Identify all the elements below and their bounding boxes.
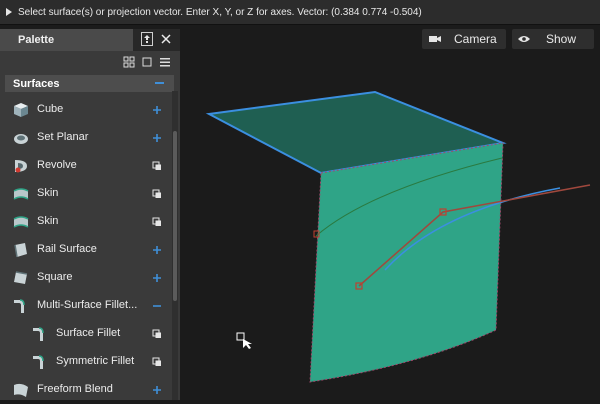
palette-item-surface-fillet[interactable]: Surface Fillet	[0, 320, 170, 348]
add-icon[interactable]	[151, 272, 163, 284]
section-title: Surfaces	[13, 77, 60, 90]
palette-tab[interactable]: Palette	[0, 29, 133, 51]
add-icon[interactable]	[151, 244, 163, 256]
cube-icon	[14, 103, 28, 117]
close-panel-button[interactable]	[159, 31, 173, 47]
grid-view-icon[interactable]	[122, 55, 136, 69]
options-icon[interactable]	[151, 216, 163, 228]
options-icon[interactable]	[151, 160, 163, 172]
surface-fillet-icon	[33, 327, 44, 341]
prompt-line: Select surface(s) or projection vector. …	[0, 0, 600, 25]
prompt-arrow-icon	[2, 0, 16, 24]
pin-icon	[144, 35, 150, 43]
palette-title: Palette	[18, 34, 55, 46]
palette-item-revolve[interactable]: Revolve	[0, 152, 170, 180]
single-view-icon[interactable]	[140, 55, 154, 69]
set-planar-icon	[14, 134, 28, 144]
symmetric-fillet-icon	[33, 355, 44, 369]
add-icon[interactable]	[151, 384, 163, 396]
palette-scrollbar[interactable]	[172, 91, 178, 400]
palette-item-rail-surface[interactable]: Rail Surface	[0, 236, 170, 264]
model-geometry[interactable]	[180, 25, 600, 400]
palette-item-square[interactable]: Square	[0, 264, 170, 292]
list-view-icon[interactable]	[158, 55, 172, 69]
options-icon[interactable]	[151, 356, 163, 368]
close-icon	[161, 34, 171, 44]
front-surface	[310, 143, 503, 382]
palette-item-cube[interactable]: Cube	[0, 96, 170, 124]
add-icon[interactable]	[151, 104, 163, 116]
cursor-icon	[236, 332, 252, 349]
pin-panel-button[interactable]	[141, 32, 153, 46]
options-icon[interactable]	[151, 188, 163, 200]
prompt-text: Select surface(s) or projection vector. …	[18, 6, 422, 18]
options-icon[interactable]	[151, 328, 163, 340]
modeling-viewport[interactable]: Camera Show	[180, 25, 600, 400]
palette-item-skin-2[interactable]: Skin	[0, 208, 170, 236]
multi-surface-fillet-icon	[14, 299, 25, 313]
add-icon[interactable]	[151, 132, 163, 144]
rail-surface-icon	[14, 243, 27, 258]
collapse-icon[interactable]	[155, 82, 164, 84]
surfaces-section-header[interactable]: Surfaces	[5, 75, 174, 92]
palette-item-skin[interactable]: Skin	[0, 180, 170, 208]
palette-item-symmetric-fillet[interactable]: Symmetric Fillet	[0, 348, 170, 376]
palette-toolbar	[0, 51, 180, 73]
square-surface-icon	[14, 271, 28, 284]
skin-icon	[13, 216, 29, 228]
palette-tab-bar: Palette	[0, 29, 180, 51]
revolve-icon	[15, 160, 27, 173]
freeform-blend-icon	[14, 383, 28, 397]
skin-icon	[13, 188, 29, 200]
palette-item-set-planar[interactable]: Set Planar	[0, 124, 170, 152]
collapse-icon[interactable]	[151, 300, 163, 312]
palette-item-multi-surface-fillet[interactable]: Multi-Surface Fillet...	[0, 292, 170, 320]
palette-panel: Palette Surfaces Cube Set Planar Revolve…	[0, 29, 180, 400]
scrollbar-thumb[interactable]	[173, 131, 177, 301]
